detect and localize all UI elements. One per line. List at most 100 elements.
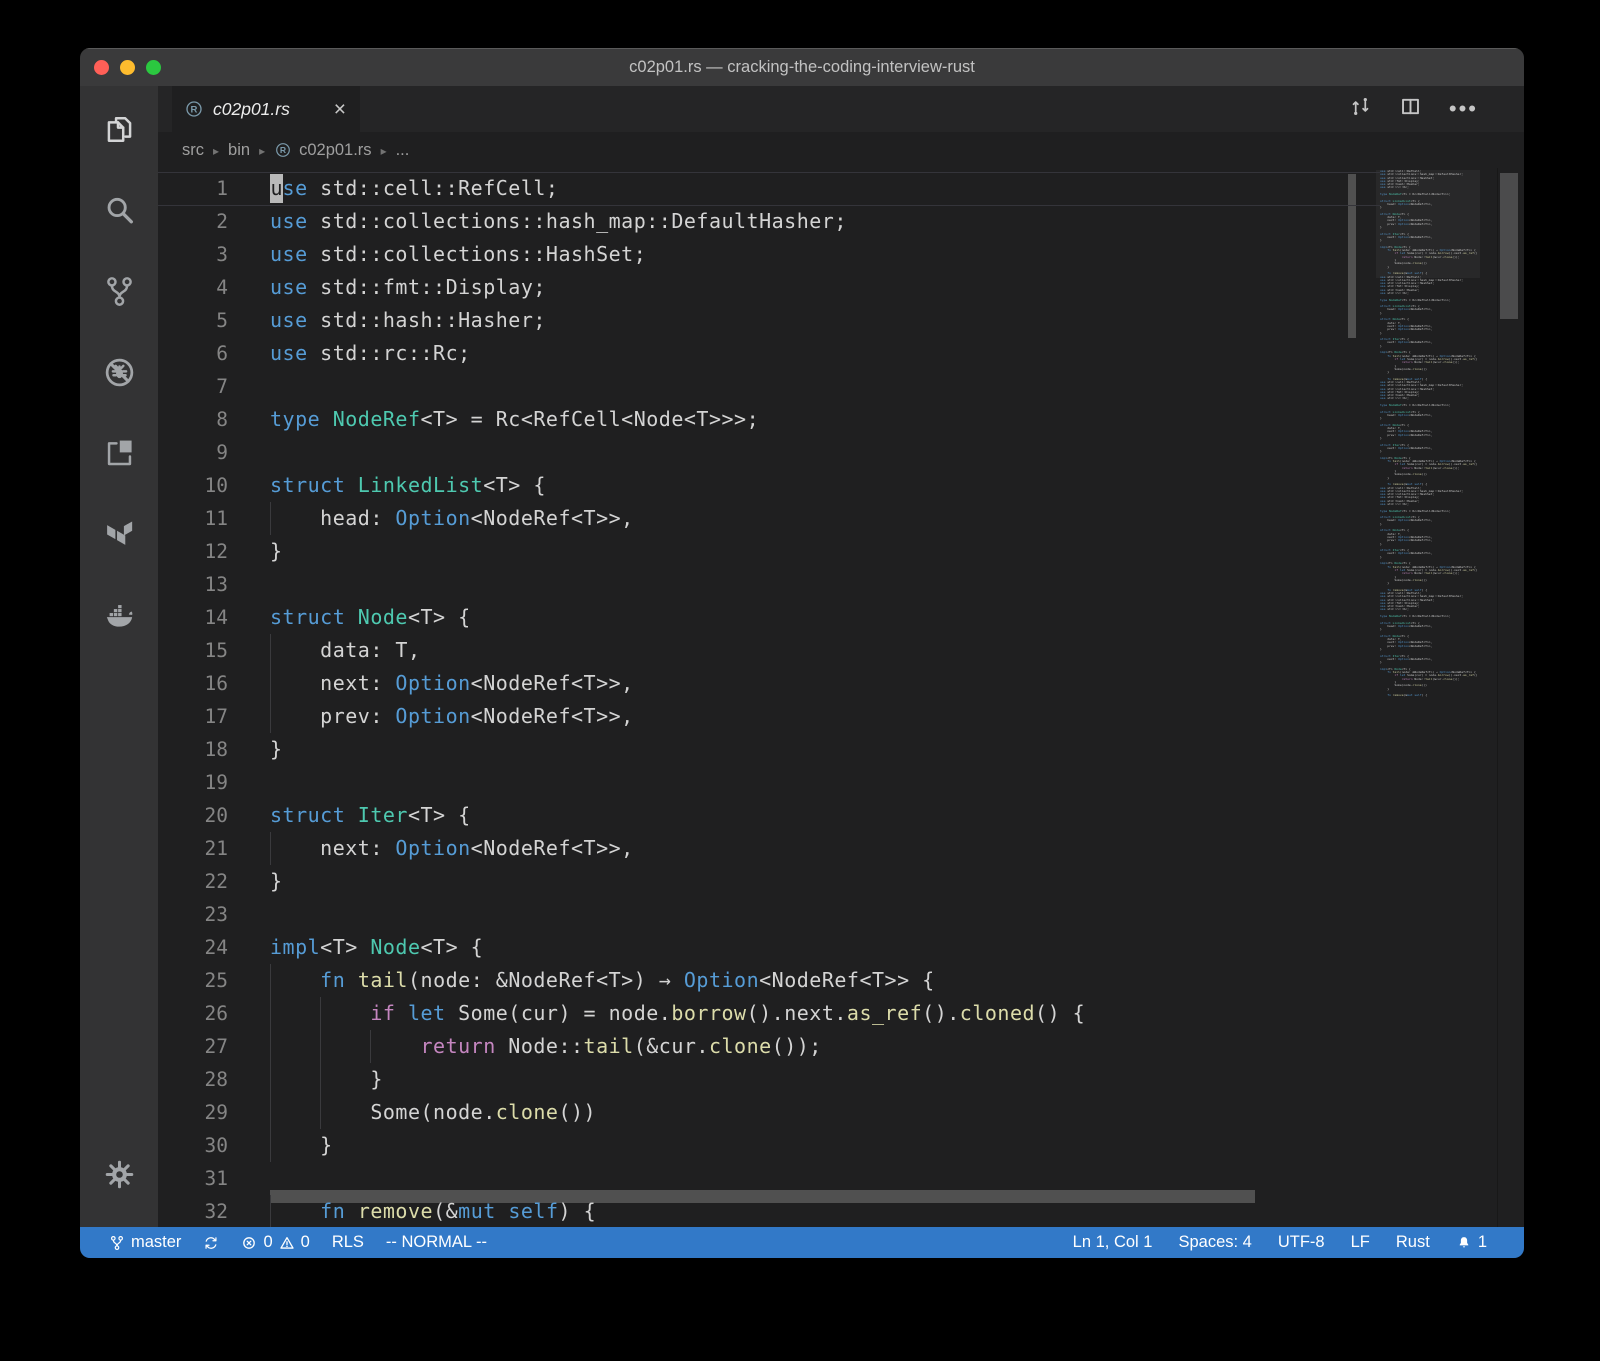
bell-icon xyxy=(1456,1235,1472,1251)
code-line-29[interactable]: 29 Some(node.clone()) xyxy=(158,1096,1524,1129)
gear-icon xyxy=(103,1158,136,1196)
activity-debug-button[interactable] xyxy=(80,343,158,407)
code-text: next: Option<NodeRef<T>>, xyxy=(270,832,634,865)
breadcrumb-item-[interactable]: ... xyxy=(396,141,410,160)
code-text: use std::collections::HashSet; xyxy=(270,238,646,271)
close-tab-icon[interactable]: × xyxy=(332,99,348,120)
code-line-27[interactable]: 27 return Node::tail(&cur.clone()); xyxy=(158,1030,1524,1063)
code-line-26[interactable]: 26 if let Some(cur) = node.borrow().next… xyxy=(158,997,1524,1030)
code-line-11[interactable]: 11 head: Option<NodeRef<T>>, xyxy=(158,502,1524,535)
open-changes-button[interactable] xyxy=(1349,95,1372,123)
minimize-window-button[interactable] xyxy=(120,60,135,75)
code-line-15[interactable]: 15 data: T, xyxy=(158,634,1524,667)
line-number: 1 xyxy=(158,172,228,205)
code-line-20[interactable]: 20struct Iter<T> { xyxy=(158,799,1524,832)
status-label: 1 xyxy=(1478,1233,1487,1252)
code-line-3[interactable]: 3use std::collections::HashSet; xyxy=(158,238,1524,271)
line-number: 19 xyxy=(158,766,228,799)
code-line-19[interactable]: 19 xyxy=(158,766,1524,799)
terraform-icon xyxy=(103,518,136,556)
activity-terraform-button[interactable] xyxy=(80,505,158,569)
line-number: 4 xyxy=(158,271,228,304)
breadcrumb-item-src[interactable]: src xyxy=(182,141,204,160)
code-line-6[interactable]: 6use std::rc::Rc; xyxy=(158,337,1524,370)
code-text: Some(node.clone()) xyxy=(270,1096,596,1129)
error-icon xyxy=(241,1235,257,1251)
activity-docker-button[interactable] xyxy=(80,586,158,650)
code-text: impl<T> Node<T> { xyxy=(270,931,483,964)
editor-actions: ••• xyxy=(1349,86,1478,132)
breadcrumb-item-c02p01rs[interactable]: Rc02p01.rs xyxy=(274,141,371,160)
status-notifications[interactable]: 1 xyxy=(1443,1227,1500,1258)
code-text: } xyxy=(270,535,283,568)
status-problems[interactable]: 00 xyxy=(230,1227,320,1258)
code-line-1[interactable]: 1 use std::cell::RefCell; xyxy=(158,172,1524,205)
code-line-25[interactable]: 25 fn tail(node: &NodeRef<T>) → Option<N… xyxy=(158,964,1524,997)
code-line-7[interactable]: 7 xyxy=(158,370,1524,403)
activity-explorer-button[interactable] xyxy=(80,100,158,164)
status-cursor-position[interactable]: Ln 1, Col 1 xyxy=(1060,1227,1166,1258)
line-number: 20 xyxy=(158,799,228,832)
tab-c02p01[interactable]: R c02p01.rs × xyxy=(172,86,360,132)
code-line-12[interactable]: 12} xyxy=(158,535,1524,568)
code-line-5[interactable]: 5use std::hash::Hasher; xyxy=(158,304,1524,337)
code-line-17[interactable]: 17 prev: Option<NodeRef<T>>, xyxy=(158,700,1524,733)
line-number: 26 xyxy=(158,997,228,1030)
code-line-28[interactable]: 28 } xyxy=(158,1063,1524,1096)
status-encoding[interactable]: UTF-8 xyxy=(1265,1227,1338,1258)
editor-group: R c02p01.rs × ••• src▸bin▸Rc02p01.rs▸...… xyxy=(158,86,1524,1227)
status-indentation[interactable]: Spaces: 4 xyxy=(1165,1227,1264,1258)
status-branch-indicator[interactable]: master xyxy=(98,1227,192,1258)
status-eol[interactable]: LF xyxy=(1338,1227,1383,1258)
code-text: use std::cell::RefCell; xyxy=(270,172,558,205)
desktop-background: c02p01.rs — cracking-the-coding-intervie… xyxy=(0,0,1600,1361)
status-vim-mode[interactable]: -- NORMAL -- xyxy=(375,1227,498,1258)
activity-bar xyxy=(80,86,158,1227)
code-text: } xyxy=(270,733,283,766)
activity-extensions-button[interactable] xyxy=(80,424,158,488)
extensions-icon xyxy=(103,437,136,475)
code-line-4[interactable]: 4use std::fmt::Display; xyxy=(158,271,1524,304)
code-line-32[interactable]: 32 fn remove(&mut self) { xyxy=(158,1195,1524,1227)
line-number: 22 xyxy=(158,865,228,898)
zoom-window-button[interactable] xyxy=(146,60,161,75)
svg-text:R: R xyxy=(280,145,287,155)
line-number: 32 xyxy=(158,1195,228,1227)
activity-source-control-button[interactable] xyxy=(80,262,158,326)
code-line-13[interactable]: 13 xyxy=(158,568,1524,601)
status-rls-status[interactable]: RLS xyxy=(321,1227,375,1258)
code-text: fn remove(&mut self) { xyxy=(270,1195,596,1227)
code-line-22[interactable]: 22} xyxy=(158,865,1524,898)
code-line-14[interactable]: 14struct Node<T> { xyxy=(158,601,1524,634)
activity-search-button[interactable] xyxy=(80,181,158,245)
code-editor[interactable]: use std::cell::RefCell;use std::collecti… xyxy=(158,168,1524,1227)
code-line-21[interactable]: 21 next: Option<NodeRef<T>>, xyxy=(158,832,1524,865)
code-line-30[interactable]: 30 } xyxy=(158,1129,1524,1162)
code-line-31[interactable]: 31 xyxy=(158,1162,1524,1195)
status-label: -- NORMAL -- xyxy=(386,1233,487,1252)
split-icon xyxy=(1399,95,1422,118)
code-line-16[interactable]: 16 next: Option<NodeRef<T>>, xyxy=(158,667,1524,700)
code-text: struct LinkedList<T> { xyxy=(270,469,546,502)
code-text: fn tail(node: &NodeRef<T>) → Option<Node… xyxy=(270,964,935,997)
breadcrumb-item-bin[interactable]: bin xyxy=(228,141,250,160)
activity-settings-button[interactable] xyxy=(80,1145,158,1209)
split-editor-button[interactable] xyxy=(1399,95,1422,123)
status-sync-button[interactable] xyxy=(192,1227,230,1258)
code-line-18[interactable]: 18} xyxy=(158,733,1524,766)
code-line-24[interactable]: 24impl<T> Node<T> { xyxy=(158,931,1524,964)
more-actions-button[interactable]: ••• xyxy=(1449,105,1478,114)
line-number: 2 xyxy=(158,205,228,238)
close-window-button[interactable] xyxy=(94,60,109,75)
code-line-9[interactable]: 9 xyxy=(158,436,1524,469)
status-label: master xyxy=(131,1233,181,1252)
code-line-23[interactable]: 23 xyxy=(158,898,1524,931)
code-line-8[interactable]: 8type NodeRef<T> = Rc<RefCell<Node<T>>>; xyxy=(158,403,1524,436)
code-line-10[interactable]: 10struct LinkedList<T> { xyxy=(158,469,1524,502)
status-label: Ln 1, Col 1 xyxy=(1073,1233,1153,1252)
code-text: return Node::tail(&cur.clone()); xyxy=(270,1030,822,1063)
code-line-2[interactable]: 2use std::collections::hash_map::Default… xyxy=(158,205,1524,238)
chevron-right-icon: ▸ xyxy=(259,144,265,158)
title-bar[interactable]: c02p01.rs — cracking-the-coding-intervie… xyxy=(80,48,1524,86)
status-language-mode[interactable]: Rust xyxy=(1383,1227,1443,1258)
